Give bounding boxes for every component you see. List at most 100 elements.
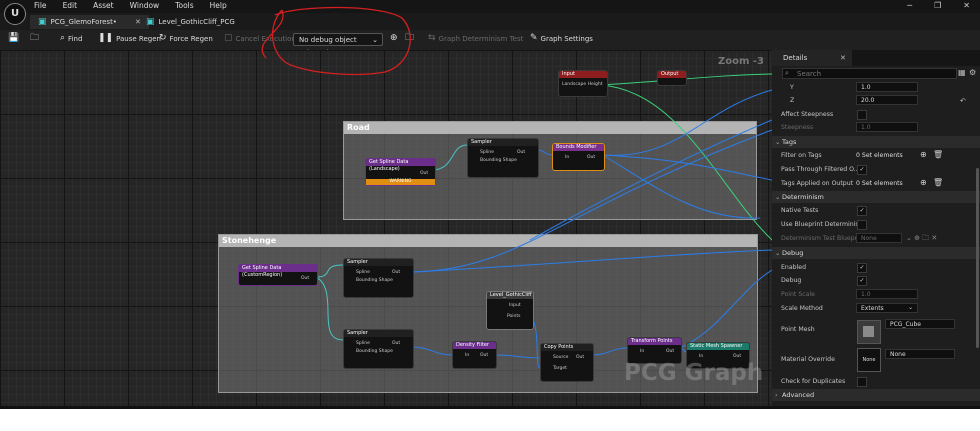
node-level-gothiccliff[interactable]: Level_GothicCliff Input Points bbox=[486, 291, 534, 330]
menu-window[interactable]: Window bbox=[130, 1, 160, 10]
row-label: Filter on Tags bbox=[781, 152, 822, 159]
row-native-tests: Native Tests ✓ bbox=[772, 204, 980, 217]
node-bounds-modifier[interactable]: Bounds Modifier In Out bbox=[552, 143, 605, 171]
add-icon[interactable]: ⊕ bbox=[920, 150, 927, 159]
menu-tools[interactable]: Tools bbox=[175, 1, 193, 10]
browse-icons[interactable]: ⌄ ⊕ 🗀 ✕ bbox=[906, 234, 937, 245]
material-override-select[interactable]: None bbox=[885, 349, 955, 359]
tab-bar: ▣ PCG_GlemoForest• ✕ ▣ Level_GothicCliff… bbox=[0, 13, 980, 30]
node-title: Bounds Modifier bbox=[553, 144, 604, 151]
node-stone-sampler-2[interactable]: Sampler Spline Bounding Shape Out bbox=[343, 329, 414, 369]
minimize-icon[interactable]: ─ bbox=[907, 1, 912, 10]
node-input[interactable]: Input Landscape Height bbox=[558, 70, 608, 97]
node-get-spline-customregion[interactable]: Get Spline Data (CustomRegion) Out bbox=[238, 264, 318, 286]
node-get-spline-landscape[interactable]: Get Spline Data (Landscape) Out WARNING bbox=[365, 158, 436, 186]
chevron-down-icon: ⌄ bbox=[908, 304, 914, 311]
pass-through-checkbox[interactable]: ✓ bbox=[857, 165, 867, 175]
pause-regen-label: Pause Regen bbox=[116, 34, 161, 43]
save-button[interactable]: 💾 bbox=[8, 34, 19, 43]
pin-label: Spline bbox=[356, 270, 370, 275]
point-mesh-select[interactable]: PCG_Cube bbox=[885, 319, 955, 329]
steepness-field[interactable]: 1.0 bbox=[856, 122, 918, 132]
graph-canvas[interactable]: Zoom -3 Road Stonehenge Input Landscape … bbox=[0, 50, 772, 406]
native-tests-checkbox[interactable]: ✓ bbox=[857, 206, 867, 216]
pin-label: Out bbox=[587, 155, 596, 160]
force-regen-label: Force Regen bbox=[169, 34, 213, 43]
row-label: Scale Method bbox=[781, 305, 823, 312]
determinism-bp-select[interactable]: None bbox=[856, 233, 902, 243]
row-pass-through: Pass Through Filtered O... ✓ bbox=[772, 163, 980, 176]
row-label: Enabled bbox=[781, 264, 807, 271]
node-title: Sampler bbox=[344, 330, 413, 337]
force-regen-button[interactable]: ↻ Force Regen bbox=[159, 34, 213, 43]
unreal-logo[interactable]: U bbox=[4, 3, 26, 25]
wire bbox=[599, 84, 772, 241]
debug-browse-button[interactable]: 🗀 bbox=[405, 34, 414, 43]
trash-icon[interactable]: 🗑 bbox=[933, 150, 943, 159]
tab-pcg-glemoforest[interactable]: ▣ PCG_GlemoForest• ✕ bbox=[30, 15, 149, 29]
pin-label: Bounding Shape bbox=[356, 278, 393, 283]
row-filter-on-tags: Filter on Tags 0 Set elements ⊕ 🗑 bbox=[772, 149, 980, 162]
debug-object-selector[interactable]: No debug object selected⌄ bbox=[293, 33, 383, 57]
add-icon[interactable]: ⊕ bbox=[920, 178, 927, 187]
cancel-execution-button[interactable]: ▢ Cancel Execution bbox=[224, 34, 296, 43]
maximize-icon[interactable]: ❐ bbox=[934, 1, 941, 10]
section-advanced[interactable]: › Advanced bbox=[772, 389, 980, 401]
affect-steepness-checkbox[interactable] bbox=[857, 110, 867, 120]
section-tags[interactable]: ⌄ Tags bbox=[772, 136, 980, 148]
material-thumbnail[interactable]: None bbox=[857, 348, 881, 372]
row-z: Z 20.0 ↶ bbox=[772, 94, 980, 107]
node-copy-points[interactable]: Copy Points Source Target Out bbox=[540, 343, 594, 382]
node-road-sampler[interactable]: Sampler Spline Bounding Shape Out bbox=[467, 138, 539, 178]
use-blueprint-checkbox[interactable] bbox=[857, 220, 867, 230]
close-details-icon[interactable]: ✕ bbox=[840, 54, 846, 62]
enabled-checkbox[interactable]: ✓ bbox=[857, 263, 867, 273]
node-density-filter[interactable]: Density Filter In Out bbox=[452, 341, 497, 369]
wire bbox=[602, 154, 761, 219]
graph-settings-button[interactable]: ✎ Graph Settings bbox=[530, 34, 593, 43]
pin-label: Source bbox=[553, 355, 569, 360]
find-button[interactable]: ⌕ Find bbox=[60, 34, 82, 43]
row-scale-method: Scale Method Extents ⌄ bbox=[772, 302, 980, 315]
y-value-field[interactable]: 1.0 bbox=[856, 82, 918, 92]
menu-help[interactable]: Help bbox=[210, 1, 227, 10]
graph-determinism-test-button[interactable]: ⇆ Graph Determinism Test bbox=[428, 34, 523, 43]
section-label: Determinism bbox=[782, 193, 824, 201]
grid-view-icon[interactable]: ▦ bbox=[958, 68, 966, 77]
debug-target-button[interactable]: ⊕ bbox=[390, 34, 398, 43]
node-title: Get Spline Data (CustomRegion) bbox=[239, 265, 317, 278]
menu-edit[interactable]: Edit bbox=[63, 1, 78, 10]
pin-label: Out bbox=[480, 353, 489, 358]
node-output[interactable]: Output bbox=[657, 70, 687, 86]
point-mesh-thumbnail[interactable] bbox=[857, 320, 881, 344]
node-title: Density Filter bbox=[453, 342, 496, 349]
details-scrollbar[interactable] bbox=[976, 168, 979, 348]
check-duplicates-checkbox[interactable] bbox=[857, 377, 867, 387]
section-debug[interactable]: ⌄ Debug bbox=[772, 247, 980, 259]
tab-level-gothiccliff[interactable]: ▣ Level_GothicCliff_PCG bbox=[138, 15, 243, 29]
trash-icon[interactable]: 🗑 bbox=[933, 178, 943, 187]
close-icon[interactable]: ✕ bbox=[963, 1, 970, 10]
chevron-right-icon: › bbox=[775, 391, 778, 399]
wire bbox=[679, 269, 772, 349]
row-label: Affect Steepness bbox=[781, 111, 834, 118]
node-title: Get Spline Data (Landscape) bbox=[366, 159, 435, 172]
chevron-down-icon: ⌄ bbox=[775, 249, 781, 257]
details-search-input[interactable]: Search bbox=[782, 68, 957, 79]
cancel-icon: ▢ bbox=[224, 33, 233, 43]
menu-asset[interactable]: Asset bbox=[93, 1, 114, 10]
pause-regen-button[interactable]: ❚❚ Pause Regen bbox=[98, 34, 161, 43]
graph-determinism-label: Graph Determinism Test bbox=[438, 34, 524, 43]
z-value-field[interactable]: 20.0 bbox=[856, 95, 918, 105]
menu-file[interactable]: File bbox=[34, 1, 47, 10]
row-tags-applied: Tags Applied on Output 0 Set elements ⊕ 🗑 bbox=[772, 177, 980, 190]
gear-icon[interactable]: ⚙ bbox=[969, 68, 976, 77]
node-stone-sampler-1[interactable]: Sampler Spline Bounding Shape Out bbox=[343, 258, 414, 298]
browse-button[interactable]: 🗀 bbox=[30, 34, 39, 43]
section-determinism[interactable]: ⌄ Determinism bbox=[772, 191, 980, 203]
pin-label: Input bbox=[509, 303, 521, 308]
bottom-bar bbox=[0, 406, 980, 409]
reset-icon[interactable]: ↶ bbox=[960, 97, 966, 105]
debug-checkbox[interactable]: ✓ bbox=[857, 276, 867, 286]
point-scale-field[interactable]: 1.0 bbox=[856, 289, 918, 299]
